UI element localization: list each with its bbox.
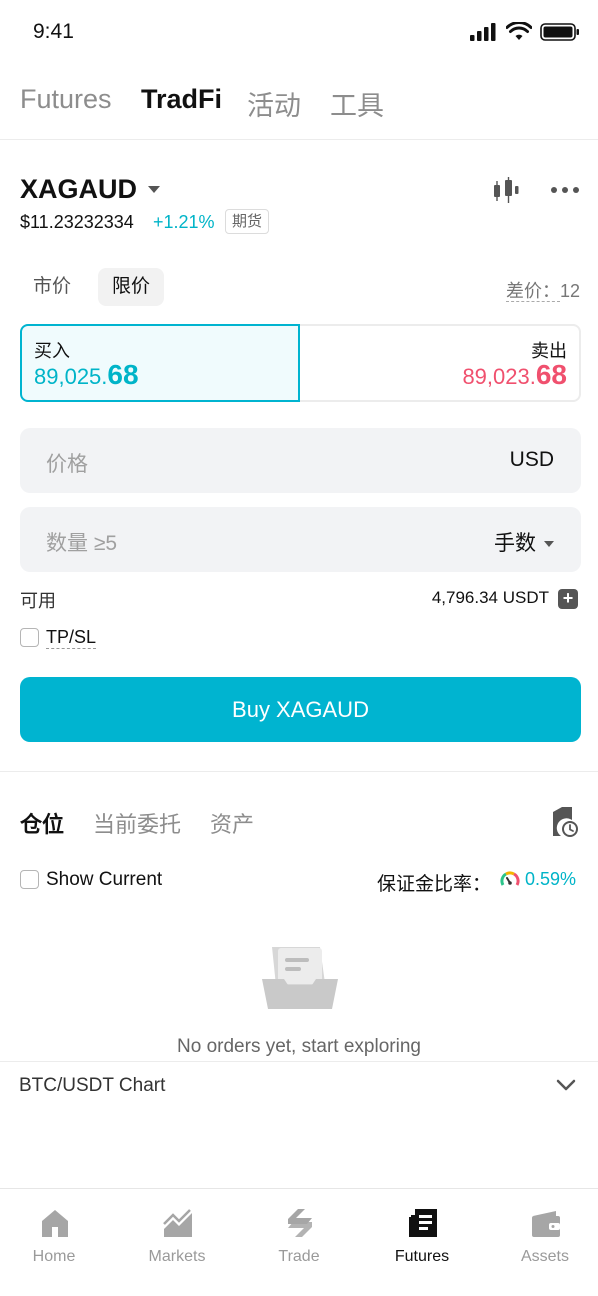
tab-futures[interactable]: Futures bbox=[20, 84, 112, 115]
tab-positions[interactable]: 仓位 bbox=[20, 807, 64, 839]
quantity-unit-select[interactable]: 手数 bbox=[494, 527, 554, 557]
nav-assets[interactable]: Assets bbox=[485, 1189, 598, 1296]
nav-home-label: Home bbox=[32, 1248, 76, 1265]
tab-tradfi[interactable]: TradFi bbox=[141, 84, 222, 115]
chevron-down-icon[interactable] bbox=[556, 1078, 576, 1092]
nav-futures[interactable]: Futures bbox=[362, 1189, 482, 1296]
symbol-price: $11.23232334 bbox=[20, 212, 134, 232]
nav-markets[interactable]: Markets bbox=[117, 1189, 237, 1296]
empty-state-text: No orders yet, start exploring bbox=[177, 1036, 421, 1057]
more-options-icon[interactable] bbox=[550, 176, 580, 204]
tab-activity[interactable]: 活动 bbox=[247, 84, 301, 123]
markets-icon bbox=[163, 1209, 192, 1237]
buy-price-big: 68 bbox=[107, 359, 139, 390]
nav-markets-label: Markets bbox=[148, 1248, 206, 1265]
order-type-market[interactable]: 市价 bbox=[20, 268, 84, 306]
price-unit: USD bbox=[509, 448, 554, 471]
symbol-dropdown-icon[interactable] bbox=[148, 186, 160, 193]
chart-title: BTC/USDT Chart bbox=[19, 1075, 166, 1096]
candlestick-chart-icon[interactable] bbox=[492, 176, 520, 204]
tpsl-label[interactable]: TP/SL bbox=[46, 627, 97, 649]
spread-label: 差价： bbox=[505, 281, 560, 302]
wifi-icon bbox=[506, 22, 532, 40]
chart-toggle-bar[interactable]: BTC/USDT Chart bbox=[0, 1061, 598, 1109]
trade-icon bbox=[288, 1209, 312, 1237]
show-current-checkbox[interactable] bbox=[20, 870, 39, 889]
tab-assets[interactable]: 资产 bbox=[210, 807, 254, 839]
nav-assets-label: Assets bbox=[520, 1248, 569, 1265]
gauge-icon bbox=[500, 871, 520, 886]
add-funds-icon[interactable]: + bbox=[558, 589, 578, 609]
battery-icon bbox=[540, 23, 579, 41]
assets-icon bbox=[532, 1211, 560, 1237]
empty-orders-icon bbox=[262, 947, 338, 1009]
tab-open-orders[interactable]: 当前委托 bbox=[93, 807, 181, 839]
futures-badge: 期货 bbox=[225, 209, 270, 234]
signal-icon bbox=[470, 23, 496, 41]
status-time: 9:41 bbox=[33, 20, 74, 43]
available-label: 可用 bbox=[20, 591, 56, 611]
buy-price: 89,025.68 bbox=[34, 359, 139, 391]
buy-button[interactable]: Buy XAGAUD bbox=[20, 677, 581, 742]
available-value: 4,796.34 USDT bbox=[431, 588, 549, 607]
margin-ratio-value: 0.59% bbox=[525, 869, 577, 889]
symbol-change: +1.21% bbox=[153, 212, 215, 232]
quantity-unit: 手数 bbox=[494, 532, 536, 555]
buy-side-box[interactable]: 买入 89,025.68 bbox=[20, 324, 300, 402]
buy-price-main: 89,025. bbox=[34, 364, 108, 389]
order-type-limit[interactable]: 限价 bbox=[98, 268, 164, 306]
home-icon bbox=[42, 1210, 68, 1237]
sell-side-box[interactable]: 卖出 89,023.68 bbox=[300, 324, 581, 402]
quantity-input[interactable]: 数量 ≥5 手数 bbox=[20, 507, 581, 572]
sell-price: 89,023.68 bbox=[462, 359, 567, 391]
caret-down-icon bbox=[544, 541, 554, 548]
sell-price-big: 68 bbox=[535, 359, 567, 390]
top-tabs: Futures TradFi 活动 工具 bbox=[0, 84, 598, 140]
symbol-name[interactable]: XAGAUD bbox=[20, 174, 137, 205]
nav-futures-label: Futures bbox=[394, 1248, 450, 1265]
price-placeholder: 价格 bbox=[46, 453, 88, 476]
nav-home[interactable]: Home bbox=[0, 1189, 114, 1296]
bottom-nav: Home Markets Trade Futures Assets bbox=[0, 1188, 598, 1296]
margin-ratio-label: 保证金比率： bbox=[377, 874, 492, 895]
order-history-icon[interactable] bbox=[550, 806, 580, 838]
tpsl-checkbox[interactable] bbox=[20, 628, 39, 647]
nav-trade[interactable]: Trade bbox=[239, 1189, 359, 1296]
section-divider bbox=[0, 771, 598, 772]
futures-icon bbox=[409, 1209, 437, 1237]
status-bar: 9:41 bbox=[0, 0, 598, 64]
show-current-label[interactable]: Show Current bbox=[46, 869, 162, 891]
status-icons bbox=[470, 22, 580, 42]
price-input[interactable]: 价格 USD bbox=[20, 428, 581, 493]
nav-trade-label: Trade bbox=[278, 1248, 320, 1265]
quantity-placeholder: 数量 ≥5 bbox=[46, 532, 118, 555]
sell-price-main: 89,023. bbox=[462, 364, 536, 389]
spread: 差价：12 bbox=[505, 277, 580, 303]
tab-tools[interactable]: 工具 bbox=[330, 84, 384, 123]
spread-value: 12 bbox=[559, 281, 580, 301]
